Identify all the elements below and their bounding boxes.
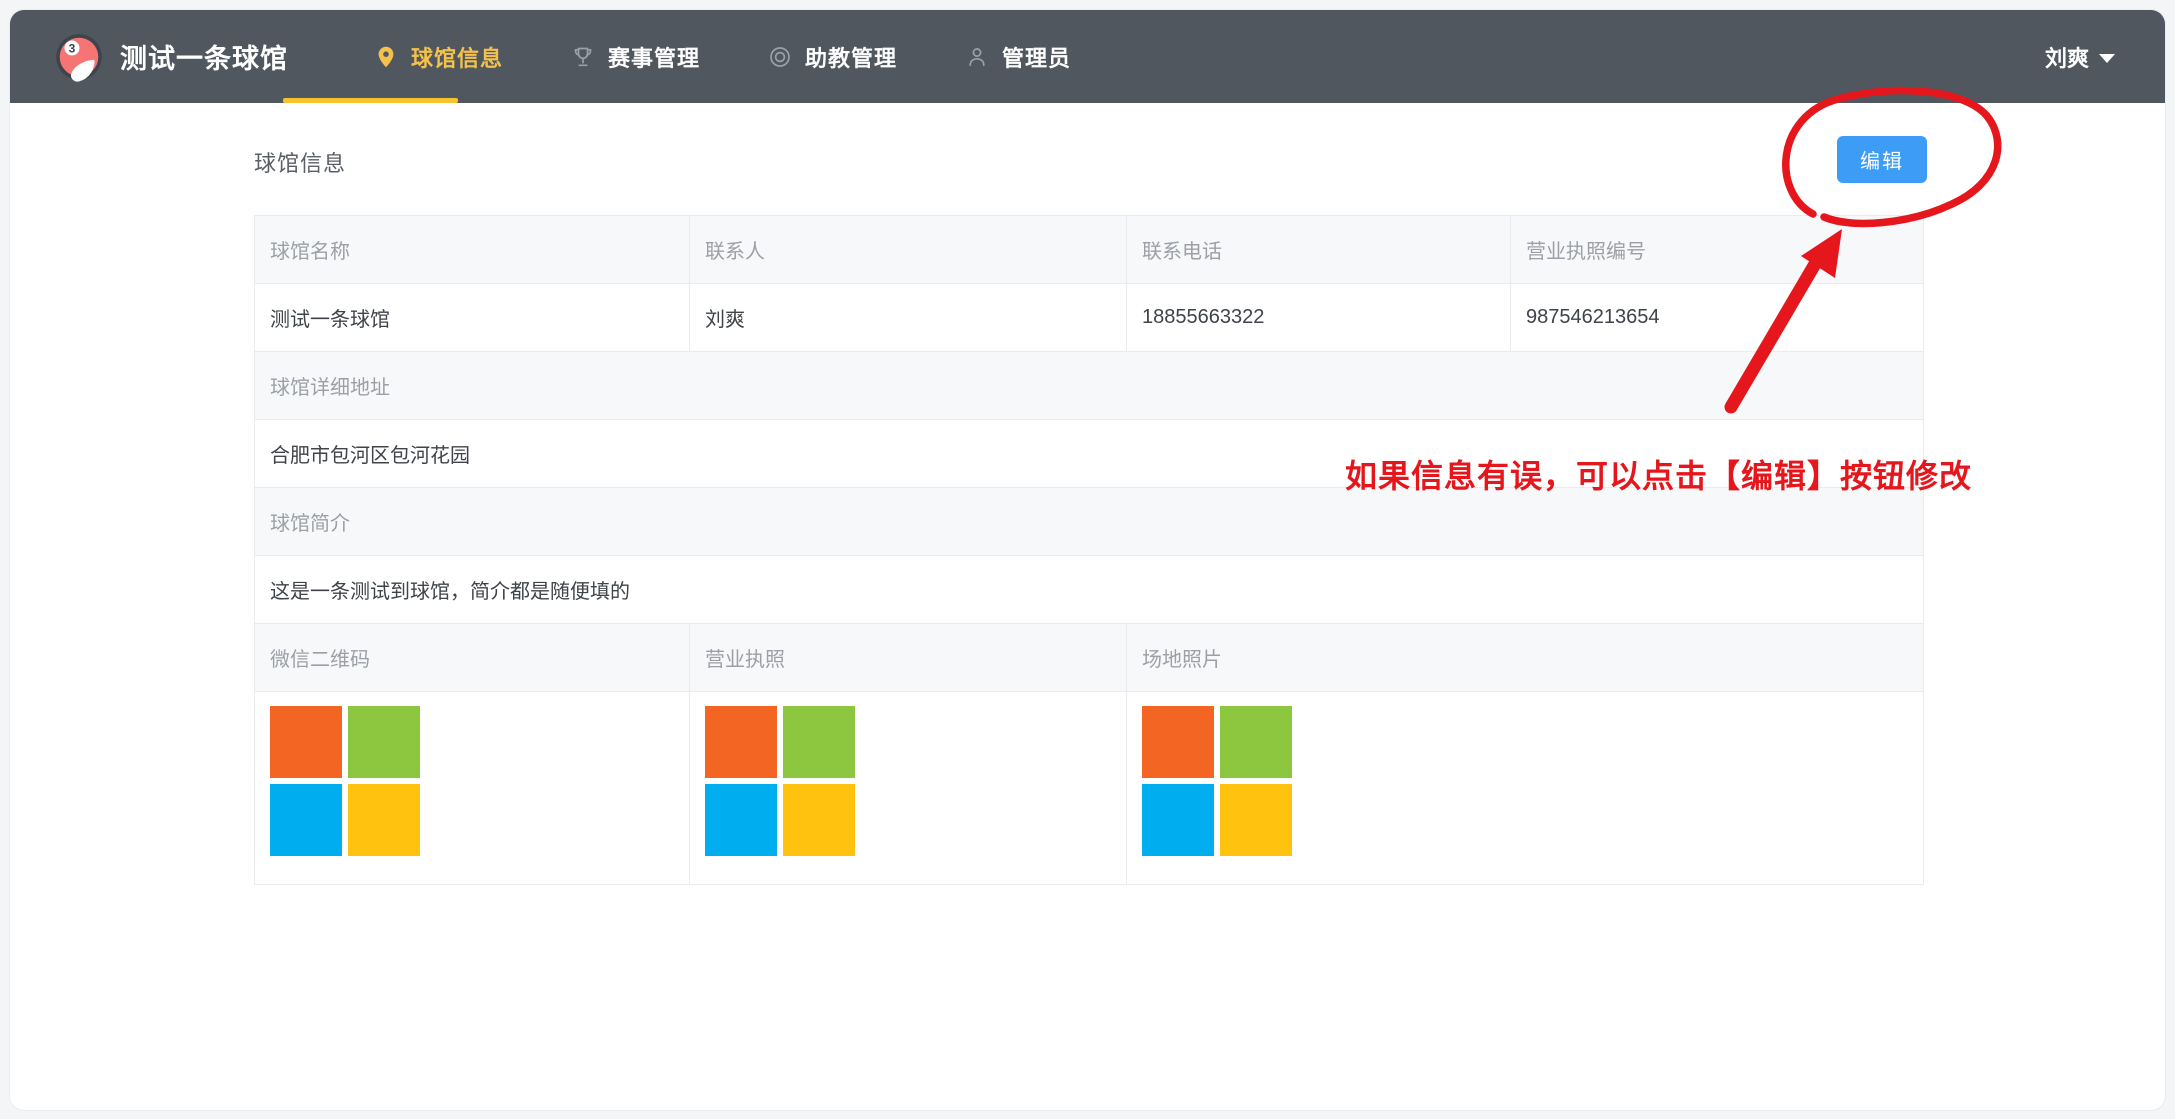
image-square bbox=[348, 784, 420, 856]
tab-event-management[interactable]: 赛事管理 bbox=[571, 10, 700, 103]
app-title: 测试一条球馆 bbox=[120, 37, 288, 76]
ball-number: 3 bbox=[69, 41, 76, 55]
table-header-row: 球馆简介 bbox=[255, 488, 1923, 556]
tab-label: 赛事管理 bbox=[608, 41, 700, 73]
header-venue-name: 球馆名称 bbox=[255, 216, 690, 283]
header-contact: 联系人 bbox=[690, 216, 1127, 283]
active-tab-underline bbox=[283, 98, 458, 103]
trophy-icon bbox=[571, 45, 595, 69]
tab-venue-info[interactable]: 球馆信息 bbox=[374, 10, 503, 103]
image-square bbox=[270, 706, 342, 778]
main-nav: 球馆信息 赛事管理 助教管理 bbox=[374, 10, 1071, 103]
value-phone: 18855663322 bbox=[1127, 284, 1511, 351]
tab-label: 助教管理 bbox=[805, 41, 897, 73]
venue-info-table: 球馆名称 联系人 联系电话 营业执照编号 测试一条球馆 刘爽 188556633… bbox=[254, 215, 1924, 885]
value-address: 合肥市包河区包河花园 bbox=[255, 420, 1923, 487]
location-pin-icon bbox=[374, 45, 398, 69]
table-value-row: 这是一条测试到球馆，简介都是随便填的 bbox=[255, 556, 1923, 624]
table-value-row: 测试一条球馆 刘爽 18855663322 987546213654 bbox=[255, 284, 1923, 352]
edit-button[interactable]: 编辑 bbox=[1837, 136, 1927, 183]
header-license-no: 营业执照编号 bbox=[1511, 216, 1923, 283]
wechat-qr-image[interactable] bbox=[270, 706, 420, 856]
tab-label: 管理员 bbox=[1002, 41, 1071, 73]
user-name: 刘爽 bbox=[2045, 41, 2089, 73]
image-square bbox=[1142, 784, 1214, 856]
tab-administrator[interactable]: 管理员 bbox=[965, 10, 1071, 103]
person-icon bbox=[965, 45, 989, 69]
image-square bbox=[348, 706, 420, 778]
value-intro: 这是一条测试到球馆，简介都是随便填的 bbox=[255, 556, 1923, 623]
business-license-image[interactable] bbox=[705, 706, 855, 856]
image-square bbox=[783, 784, 855, 856]
image-square bbox=[783, 706, 855, 778]
top-navbar: 3 测试一条球馆 球馆信息 赛事管理 bbox=[10, 10, 2165, 103]
page-title: 球馆信息 bbox=[254, 146, 346, 178]
image-square bbox=[705, 784, 777, 856]
business-license-cell bbox=[690, 692, 1127, 884]
table-value-row: 合肥市包河区包河花园 bbox=[255, 420, 1923, 488]
user-menu[interactable]: 刘爽 bbox=[2045, 41, 2115, 73]
chevron-down-icon bbox=[2099, 54, 2115, 63]
image-square bbox=[1220, 706, 1292, 778]
double-circle-icon bbox=[768, 45, 792, 69]
tab-label: 球馆信息 bbox=[411, 41, 503, 73]
header-venue-photos: 场地照片 bbox=[1127, 624, 1923, 691]
table-header-row: 球馆名称 联系人 联系电话 营业执照编号 bbox=[255, 216, 1923, 284]
app-card: 3 测试一条球馆 球馆信息 赛事管理 bbox=[10, 10, 2165, 1110]
table-header-row: 微信二维码 营业执照 场地照片 bbox=[255, 624, 1923, 692]
header-phone: 联系电话 bbox=[1127, 216, 1511, 283]
table-image-row bbox=[255, 692, 1923, 885]
venue-photo-image[interactable] bbox=[1142, 706, 1292, 856]
tab-assistant-management[interactable]: 助教管理 bbox=[768, 10, 897, 103]
image-square bbox=[1142, 706, 1214, 778]
venue-photo-cell bbox=[1127, 692, 1923, 884]
table-header-row: 球馆详细地址 bbox=[255, 352, 1923, 420]
value-contact: 刘爽 bbox=[690, 284, 1127, 351]
header-intro: 球馆简介 bbox=[255, 488, 1923, 555]
value-venue-name: 测试一条球馆 bbox=[255, 284, 690, 351]
billiard-ball-logo: 3 bbox=[54, 32, 104, 82]
image-square bbox=[270, 784, 342, 856]
header-wechat-qr: 微信二维码 bbox=[255, 624, 690, 691]
image-square bbox=[1220, 784, 1292, 856]
header-business-license: 营业执照 bbox=[690, 624, 1127, 691]
image-square bbox=[705, 706, 777, 778]
value-license-no: 987546213654 bbox=[1511, 284, 1923, 351]
header-address: 球馆详细地址 bbox=[255, 352, 1923, 419]
wechat-qr-cell bbox=[255, 692, 690, 884]
